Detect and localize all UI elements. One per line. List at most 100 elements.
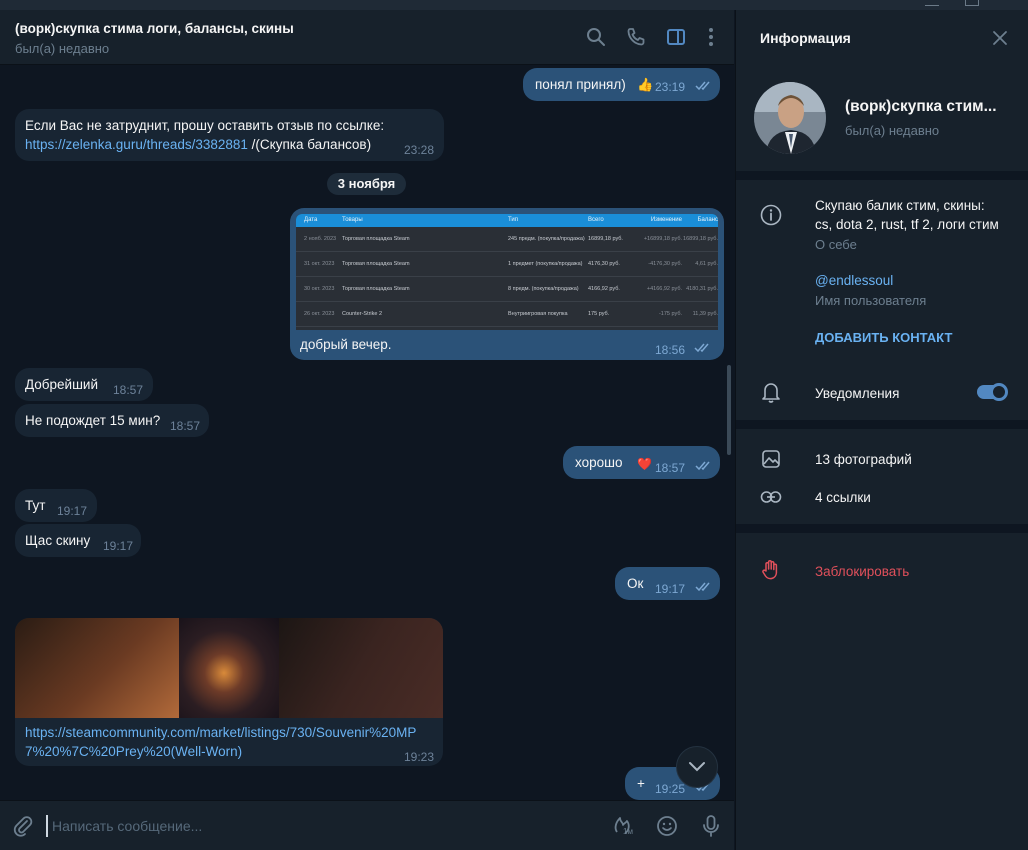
message-time: 19:17 bbox=[103, 539, 134, 553]
incoming-link-message[interactable]: https://steamcommunity.com/market/listin… bbox=[15, 618, 443, 766]
message-time: 18:57 bbox=[113, 383, 144, 397]
section-divider bbox=[736, 524, 1028, 533]
block-hand-icon bbox=[760, 559, 782, 581]
search-icon[interactable] bbox=[585, 26, 607, 48]
preview-image[interactable] bbox=[279, 618, 443, 718]
screenshot-table-row: 2 нояб. 2023 Торговая площадка Steam 245… bbox=[296, 227, 718, 252]
screenshot-table-row: 26 окт. 2023 Counter-Strike 2 Внутриигро… bbox=[296, 302, 718, 327]
message-input[interactable] bbox=[46, 815, 586, 837]
chat-header[interactable]: (ворк)скупка стима логи, балансы, скины … bbox=[0, 10, 734, 65]
section-divider bbox=[736, 171, 1028, 180]
close-icon[interactable] bbox=[990, 28, 1010, 48]
chat-area: (ворк)скупка стима логи, балансы, скины … bbox=[0, 10, 734, 850]
close-window-icon[interactable] bbox=[1000, 0, 1014, 6]
notifications-label: Уведомления bbox=[815, 386, 900, 401]
message-time: 19:23 bbox=[404, 750, 435, 764]
chevron-down-icon bbox=[689, 762, 705, 772]
message-link[interactable]: 7%20%7C%20Prey%20(Well-Worn) bbox=[25, 742, 242, 761]
notifications-toggle[interactable] bbox=[977, 383, 1008, 401]
info-panel-title: Информация bbox=[760, 30, 851, 46]
image-caption: добрый вечер. bbox=[300, 337, 392, 352]
screenshot-table-row: 30 окт. 2023 Торговая площадка Steam 8 п… bbox=[296, 277, 718, 302]
message-time: 18:56 bbox=[655, 343, 686, 357]
incoming-message[interactable]: Не подождет 15 мин? 18:57 bbox=[15, 404, 209, 437]
bio-line: Скупаю балик стим, скины: bbox=[815, 198, 985, 213]
heart-reaction[interactable]: ❤️ bbox=[637, 455, 652, 474]
phone-icon[interactable] bbox=[625, 26, 647, 48]
message-text: /(Скупка балансов) bbox=[247, 137, 372, 152]
incoming-message[interactable]: Если Вас не затруднит, прошу оставить от… bbox=[15, 109, 444, 161]
section-divider bbox=[736, 420, 1028, 429]
double-check-icon bbox=[695, 461, 710, 471]
maximize-window-icon[interactable] bbox=[965, 0, 979, 6]
incoming-message[interactable]: Щас скину 19:17 bbox=[15, 524, 141, 557]
voice-length-badge: 1м bbox=[623, 827, 633, 836]
window-titlebar bbox=[0, 0, 1028, 10]
photos-link[interactable]: 13 фотографий bbox=[815, 450, 912, 469]
minimize-window-icon[interactable] bbox=[925, 0, 939, 6]
outgoing-message[interactable]: понял принял) 👍 23:19 bbox=[523, 68, 720, 101]
incoming-message[interactable]: Тут 19:17 bbox=[15, 489, 97, 522]
avatar[interactable] bbox=[754, 82, 826, 154]
message-text: Тут bbox=[25, 498, 46, 513]
incoming-message[interactable]: Добрейший 18:57 bbox=[15, 368, 153, 401]
profile-name: (ворк)скупка стим... bbox=[845, 98, 997, 115]
sidebar-toggle-icon[interactable] bbox=[665, 26, 687, 48]
double-check-icon bbox=[695, 81, 710, 91]
info-panel: Информация (ворк)скупка стим... был(а) н… bbox=[735, 10, 1028, 850]
message-text: Добрейший bbox=[25, 377, 99, 392]
message-time: 23:19 bbox=[655, 80, 686, 94]
link-preview-gallery[interactable] bbox=[15, 618, 443, 718]
message-text: хорошо bbox=[575, 455, 623, 470]
message-time: 19:25 bbox=[655, 782, 686, 796]
scroll-to-bottom-button[interactable] bbox=[676, 746, 718, 788]
block-user-button[interactable]: Заблокировать bbox=[815, 562, 909, 581]
scrollbar-thumb[interactable] bbox=[727, 365, 731, 455]
info-icon bbox=[760, 204, 782, 226]
message-text: Ок bbox=[627, 576, 644, 591]
message-link[interactable]: https://steamcommunity.com/market/listin… bbox=[25, 723, 416, 742]
telegram-window: (ворк)скупка стима логи, балансы, скины … bbox=[0, 0, 1028, 850]
preview-image[interactable] bbox=[179, 618, 279, 718]
message-time: 23:28 bbox=[404, 143, 435, 157]
message-text: Не подождет 15 мин? bbox=[25, 413, 161, 428]
add-contact-button[interactable]: ДОБАВИТЬ КОНТАКТ bbox=[815, 328, 952, 347]
screenshot-table-row: 31 окт. 2023 Торговая площадка Steam 1 п… bbox=[296, 252, 718, 277]
bio-label: О себе bbox=[815, 237, 857, 252]
message-time: 18:57 bbox=[655, 461, 686, 475]
more-icon[interactable] bbox=[700, 26, 722, 48]
preview-image[interactable] bbox=[15, 618, 179, 718]
message-text: + bbox=[637, 776, 645, 791]
links-link[interactable]: 4 ссылки bbox=[815, 488, 871, 507]
chat-title[interactable]: (ворк)скупка стима логи, балансы, скины bbox=[15, 21, 294, 36]
sticker-icon[interactable]: 1м bbox=[610, 813, 636, 839]
message-time: 19:17 bbox=[655, 582, 686, 596]
photo-icon bbox=[760, 448, 782, 470]
thumbs-up-reaction[interactable]: 👍 bbox=[637, 75, 653, 94]
microphone-icon[interactable] bbox=[698, 813, 724, 839]
emoji-icon[interactable] bbox=[654, 813, 680, 839]
message-list[interactable]: понял принял) 👍 23:19 Если Вас не затруд… bbox=[0, 65, 734, 800]
double-check-icon bbox=[694, 343, 709, 353]
link-icon bbox=[760, 486, 782, 508]
message-text: Щас скину bbox=[25, 533, 91, 548]
screenshot-table-header: Дата Товары Тип Всего Изменение Баланс bbox=[296, 214, 718, 227]
outgoing-message[interactable]: хорошо ❤️ 18:57 bbox=[563, 446, 720, 479]
message-text: понял принял) bbox=[535, 77, 626, 92]
bio-line: cs, dota 2, rust, tf 2, логи стим bbox=[815, 217, 999, 232]
message-time: 19:17 bbox=[57, 504, 88, 518]
chat-status: был(а) недавно bbox=[15, 41, 110, 56]
outgoing-image-message[interactable]: Дата Товары Тип Всего Изменение Баланс 2… bbox=[290, 208, 724, 360]
message-composer: 1м bbox=[0, 800, 734, 850]
paperclip-icon[interactable] bbox=[10, 813, 36, 839]
profile-status: был(а) недавно bbox=[845, 123, 940, 138]
message-link[interactable]: https://zelenka.guru/threads/3382881 bbox=[25, 137, 248, 152]
screenshot-image[interactable]: Дата Товары Тип Всего Изменение Баланс 2… bbox=[296, 214, 718, 330]
message-text: Если Вас не затруднит, прошу оставить от… bbox=[25, 118, 385, 133]
outgoing-message[interactable]: Ок 19:17 bbox=[615, 567, 720, 600]
bell-icon bbox=[760, 381, 782, 403]
date-separator: 3 ноября bbox=[327, 173, 406, 195]
username-value[interactable]: @endlessoul bbox=[815, 271, 893, 290]
double-check-icon bbox=[695, 582, 710, 592]
message-time: 18:57 bbox=[170, 419, 201, 433]
